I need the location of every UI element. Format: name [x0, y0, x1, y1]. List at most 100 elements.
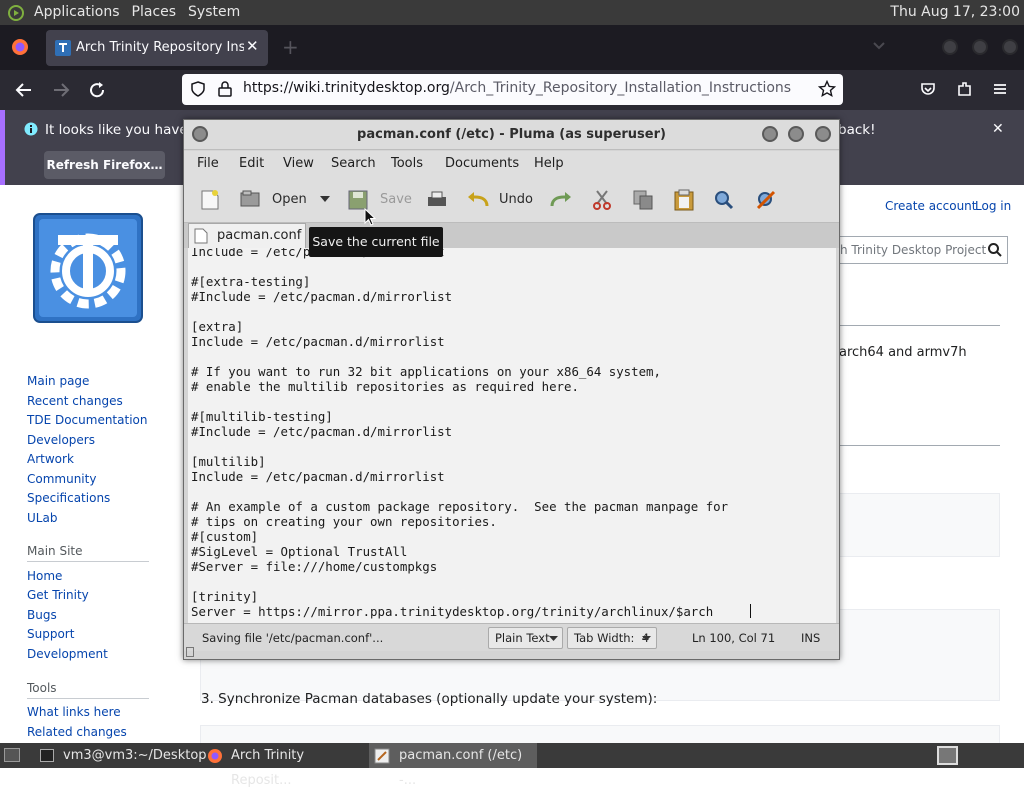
reload-icon[interactable] [88, 81, 106, 99]
taskbar: vm3@vm3:~/Desktop Arch Trinity Reposit..… [0, 743, 1024, 788]
sidebar-link-community[interactable]: Community [27, 472, 96, 486]
print-icon[interactable] [427, 191, 447, 209]
sidebar-link-tde-documentation[interactable]: TDE Documentation [27, 413, 147, 427]
paste-icon[interactable] [674, 189, 694, 211]
undo-icon[interactable] [467, 191, 489, 209]
save-icon[interactable] [348, 190, 368, 210]
menu-tools[interactable]: Tools [391, 156, 423, 171]
pluma-title-bar[interactable]: pacman.conf (/etc) - Pluma (as superuser… [184, 120, 839, 150]
taskbar-item-terminal[interactable]: vm3@vm3:~/Desktop [36, 743, 207, 768]
close-window-button[interactable] [1002, 39, 1018, 55]
list-tabs-icon[interactable] [872, 38, 886, 52]
save-button-label[interactable]: Save [380, 192, 412, 207]
code-block [200, 725, 1000, 745]
taskbar-item-label: vm3@vm3:~/Desktop [63, 748, 207, 763]
sidebar-link-developers[interactable]: Developers [27, 433, 95, 447]
sidebar-link-artwork[interactable]: Artwork [27, 452, 74, 466]
tab-width-label: Tab Width: 4 [574, 631, 650, 645]
sidebar-link-recent-changes[interactable]: Recent changes [27, 394, 123, 408]
menu-documents[interactable]: Documents [445, 156, 519, 171]
browser-tab-active[interactable]: Arch Trinity Repository Installa ✕ [46, 30, 268, 66]
taskbar-item-pluma[interactable]: pacman.conf (/etc) -... [369, 743, 537, 788]
lock-icon[interactable] [218, 81, 232, 97]
url-bar[interactable]: https://wiki.trinitydesktop.org/Arch_Tri… [182, 74, 843, 105]
terminal-icon [40, 749, 54, 762]
create-account-link[interactable]: Create account [885, 199, 977, 213]
pluma-window: pacman.conf (/etc) - Pluma (as superuser… [183, 119, 840, 660]
trinity-logo[interactable] [33, 213, 143, 323]
sidebar-link-ulab[interactable]: ULab [27, 511, 57, 525]
url-host: https://wiki.trinitydesktop.org [243, 80, 450, 96]
app-menu-icon[interactable] [992, 81, 1008, 97]
sidebar-link-support[interactable]: Support [27, 627, 74, 641]
distro-logo-icon[interactable] [8, 4, 24, 21]
refresh-firefox-button[interactable]: Refresh Firefox… [44, 151, 165, 179]
code-block [836, 493, 1000, 557]
menu-edit[interactable]: Edit [239, 156, 264, 171]
redo-icon[interactable] [550, 191, 572, 209]
window-title: pacman.conf (/etc) - Pluma (as superuser… [357, 127, 666, 142]
menu-file[interactable]: File [197, 156, 219, 171]
tab-width-selector[interactable]: Tab Width: 4 [567, 627, 657, 649]
sidebar-link-what-links-here[interactable]: What links here [27, 705, 121, 719]
cut-icon[interactable] [593, 190, 611, 210]
places-menu[interactable]: Places [126, 0, 183, 25]
minimize-button[interactable] [762, 126, 778, 142]
new-document-icon[interactable] [200, 189, 220, 211]
sidebar-link-related-changes[interactable]: Related changes [27, 725, 127, 739]
find-replace-icon[interactable] [756, 190, 776, 210]
sidebar-link-main-page[interactable]: Main page [27, 374, 89, 388]
new-tab-button[interactable]: + [282, 35, 299, 59]
back-icon[interactable] [15, 81, 33, 99]
extensions-icon[interactable] [956, 81, 972, 97]
mouse-pointer-icon [364, 208, 376, 226]
menu-search[interactable]: Search [331, 156, 376, 171]
text-editor[interactable]: Include = /etc/pacman.d/mirrorlist #[ext… [188, 248, 836, 623]
sidebar-link-get-trinity[interactable]: Get Trinity [27, 588, 89, 602]
sidebar-divider [27, 561, 149, 562]
firefox-icon [207, 748, 223, 764]
resize-grip[interactable] [186, 647, 194, 657]
document-tab[interactable]: pacman.conf [188, 223, 306, 249]
system-menu[interactable]: System [182, 0, 246, 25]
language-selector[interactable]: Plain Text [488, 627, 563, 649]
close-tab-icon[interactable]: ✕ [246, 37, 259, 55]
open-recent-dropdown-icon[interactable] [320, 196, 330, 202]
sidebar-link-specifications[interactable]: Specifications [27, 491, 110, 505]
log-in-link[interactable]: Log in [975, 199, 1011, 213]
sidebar-link-bugs[interactable]: Bugs [27, 608, 57, 622]
open-button-label[interactable]: Open [272, 192, 307, 207]
applications-menu[interactable]: Applications [28, 0, 126, 25]
firefox-view-icon[interactable] [11, 38, 29, 56]
undo-button-label[interactable]: Undo [499, 192, 533, 207]
notification-text: It looks like you haven’t [45, 122, 206, 138]
pocket-icon[interactable] [920, 81, 936, 97]
workspace-switcher[interactable] [937, 746, 958, 765]
sidebar-link-development[interactable]: Development [27, 647, 108, 661]
sidebar-divider [27, 698, 149, 699]
minimize-window-button[interactable] [942, 39, 958, 55]
cursor-position: Ln 100, Col 71 [692, 631, 776, 645]
close-notification-icon[interactable]: ✕ [992, 121, 1004, 137]
window-menu-button[interactable] [192, 126, 208, 142]
open-icon[interactable] [240, 190, 260, 208]
show-desktop-icon[interactable] [4, 748, 20, 762]
bookmark-star-icon[interactable] [818, 80, 836, 98]
notification-text-tail: back! [838, 122, 876, 138]
wiki-search-box[interactable]: h Trinity Desktop Project [836, 236, 1008, 264]
forward-icon[interactable] [52, 81, 70, 99]
taskbar-item-firefox[interactable]: Arch Trinity Reposit... [203, 743, 365, 788]
menu-help[interactable]: Help [534, 156, 564, 171]
menu-view[interactable]: View [283, 156, 314, 171]
search-icon[interactable] [988, 243, 1002, 257]
maximize-window-button[interactable] [972, 39, 988, 55]
sidebar-link-home[interactable]: Home [27, 569, 62, 583]
clock[interactable]: Thu Aug 17, 23:00 [890, 0, 1020, 25]
tracking-protection-shield-icon[interactable] [190, 81, 206, 97]
maximize-button[interactable] [788, 126, 804, 142]
copy-icon[interactable] [633, 190, 653, 210]
pluma-toolbar: Open Save Undo [184, 177, 839, 223]
find-icon[interactable] [714, 190, 734, 210]
close-button[interactable] [815, 126, 831, 142]
editor-content[interactable]: Include = /etc/pacman.d/mirrorlist #[ext… [191, 248, 728, 619]
